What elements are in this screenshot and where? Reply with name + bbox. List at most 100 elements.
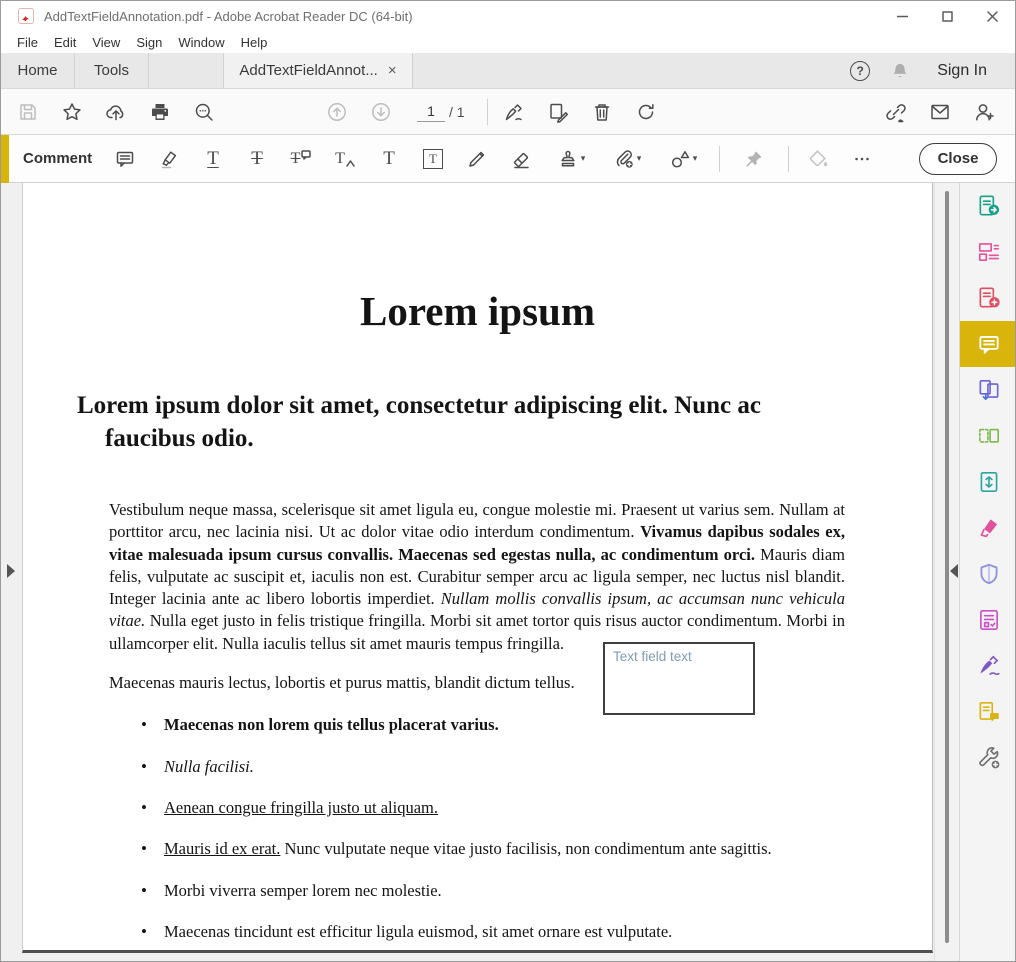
combine-files-icon <box>976 377 1002 403</box>
organize-pages-icon <box>976 423 1002 449</box>
bell-icon <box>890 61 910 81</box>
star-icon <box>61 101 83 123</box>
close-window-button[interactable] <box>970 1 1015 31</box>
sign-in-button[interactable]: Sign In <box>937 62 987 80</box>
create-pdf-icon <box>976 285 1002 311</box>
favorites-button[interactable] <box>50 92 94 132</box>
replace-text-tool[interactable]: T <box>279 137 323 181</box>
previous-view-button[interactable] <box>315 92 359 132</box>
tab-home[interactable]: Home <box>1 53 75 88</box>
stamp-dropdown-icon: ▾ <box>581 153 586 164</box>
find-button[interactable] <box>182 92 226 132</box>
sidebar-comment-selected[interactable] <box>960 321 1016 367</box>
menu-window[interactable]: Window <box>170 35 232 50</box>
paragraph-2: Maecenas mauris lectus, lobortis et puru… <box>23 672 932 694</box>
trash-icon <box>591 101 613 123</box>
sidebar-organize-pages[interactable] <box>960 413 1016 459</box>
sidebar-prepare-form[interactable] <box>960 597 1016 643</box>
highlight-text-tool[interactable] <box>147 137 191 181</box>
acrobat-logo-icon <box>18 8 34 24</box>
sign-button[interactable] <box>492 92 536 132</box>
drawing-tools-tool[interactable]: ▾ <box>655 137 711 181</box>
keep-tool-selected-pin[interactable] <box>720 137 788 181</box>
more-options-button[interactable] <box>847 137 877 181</box>
collapse-right-panel-arrow[interactable] <box>950 564 958 578</box>
text-box-tool[interactable]: T <box>411 137 455 181</box>
share-cloud-button[interactable] <box>94 92 138 132</box>
sidebar-protect[interactable] <box>960 551 1016 597</box>
attach-file-tool[interactable]: ▾ <box>599 137 655 181</box>
page-pencil-icon <box>547 101 569 123</box>
minimize-icon <box>897 11 908 22</box>
sidebar-more-tools[interactable] <box>960 735 1016 781</box>
tools-sidebar <box>959 183 1016 962</box>
replace-bubble-icon <box>301 150 311 160</box>
bullet-list: Maecenas non lorem quis tellus placerat … <box>23 714 932 943</box>
comment-icon <box>976 331 1002 357</box>
sidebar-create-pdf[interactable] <box>960 275 1016 321</box>
notifications-button[interactable] <box>883 54 917 88</box>
export-pdf-icon <box>976 193 1002 219</box>
save-icon <box>17 101 39 123</box>
shield-icon <box>976 561 1002 587</box>
arrow-down-circle-icon <box>370 101 392 123</box>
document-title: Lorem ipsum <box>23 183 932 335</box>
tab-tools[interactable]: Tools <box>75 53 149 88</box>
rotate-view-button[interactable] <box>624 92 668 132</box>
close-comment-button[interactable]: Close <box>919 143 997 175</box>
sidebar-export-pdf[interactable] <box>960 183 1016 229</box>
tab-close-icon[interactable]: × <box>388 63 397 78</box>
menu-sign[interactable]: Sign <box>128 35 170 50</box>
list-item: Maecenas non lorem quis tellus placerat … <box>164 714 845 736</box>
stamp-icon <box>557 148 579 170</box>
tab-bar: Home Tools AddTextFieldAnnot... × ? Sign… <box>1 53 1015 89</box>
sidebar-compress-pdf[interactable] <box>960 459 1016 505</box>
envelope-icon <box>929 101 951 123</box>
text-field-annotation[interactable]: Text field text <box>603 642 755 715</box>
underline-text-tool[interactable]: T <box>191 137 235 181</box>
menu-edit[interactable]: Edit <box>46 35 84 50</box>
strikethrough-text-tool[interactable]: T <box>235 137 279 181</box>
stamp-tool[interactable]: ▾ <box>543 137 599 181</box>
add-text-icon: T <box>383 149 395 168</box>
maximize-button[interactable] <box>925 1 970 31</box>
menu-file[interactable]: File <box>9 35 46 50</box>
send-email-button[interactable] <box>918 92 962 132</box>
ellipsis-icon <box>852 149 872 169</box>
sticky-note-tool[interactable] <box>103 137 147 181</box>
sidebar-redact[interactable] <box>960 505 1016 551</box>
sidebar-combine-files[interactable] <box>960 367 1016 413</box>
comment-accent-bar <box>1 135 9 183</box>
tab-document[interactable]: AddTextFieldAnnot... × <box>223 53 413 88</box>
delete-button[interactable] <box>580 92 624 132</box>
wrench-plus-icon <box>976 745 1002 771</box>
print-button[interactable] <box>138 92 182 132</box>
scrollbar-thumb[interactable] <box>945 191 949 943</box>
menu-help[interactable]: Help <box>233 35 276 50</box>
insert-text-tool[interactable]: T <box>323 137 367 181</box>
fill-sign-pen-icon <box>976 653 1002 679</box>
prepare-form-icon <box>976 607 1002 633</box>
add-text-comment-tool[interactable]: T <box>367 137 411 181</box>
menu-view[interactable]: View <box>84 35 128 50</box>
paperclip-icon <box>613 148 635 170</box>
replace-text-icon: T <box>291 151 301 167</box>
toolbar-separator <box>487 99 488 125</box>
printer-icon <box>149 101 171 123</box>
page-number-input[interactable] <box>417 102 445 122</box>
help-button[interactable]: ? <box>843 54 877 88</box>
minimize-button[interactable] <box>880 1 925 31</box>
sidebar-send-for-comments[interactable] <box>960 689 1016 735</box>
sidebar-fill-and-sign[interactable] <box>960 643 1016 689</box>
sidebar-edit-pdf[interactable] <box>960 229 1016 275</box>
expand-left-panel-arrow[interactable] <box>7 564 15 578</box>
color-picker-tool[interactable] <box>789 137 847 181</box>
get-link-button[interactable] <box>874 92 918 132</box>
next-view-button[interactable] <box>359 92 403 132</box>
draw-tool[interactable] <box>455 137 499 181</box>
export-page-button[interactable] <box>536 92 580 132</box>
erase-tool[interactable] <box>499 137 543 181</box>
save-button[interactable] <box>6 92 50 132</box>
share-with-people-button[interactable] <box>962 92 1006 132</box>
page-total-label: / 1 <box>449 104 465 120</box>
